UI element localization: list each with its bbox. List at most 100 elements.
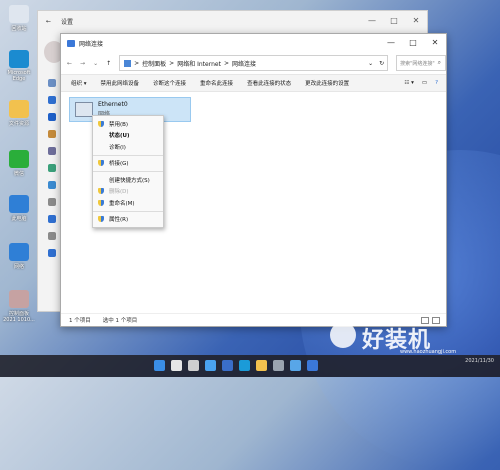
diagnose-command[interactable]: 诊断这个连接 [153, 79, 186, 87]
desktop-icon-label: 微信 [13, 171, 24, 177]
tray-clock[interactable]: 2021/11/30 [465, 358, 494, 364]
watermark: 好装机 www.haozhuangji.com [330, 318, 500, 358]
context-menu-item[interactable]: 创建快捷方式(S) [93, 174, 163, 186]
help-button[interactable]: ? [435, 80, 438, 86]
desktop-icon-label: 网络 [13, 264, 24, 270]
desktop-icon[interactable]: 控制面板 2021 1010... [2, 290, 36, 323]
desktop-app-icon [9, 5, 29, 23]
item-count: 1 个项目 [69, 318, 91, 324]
uac-shield-icon [98, 188, 104, 195]
address-row: ← → ⌄ ↑ > 控制面板 > 网络和 Internet > 网络连接 ⌄ ↻… [61, 52, 446, 74]
view-options-button[interactable]: ☷ ▾ [404, 80, 413, 86]
context-menu-item[interactable]: 重命名(M) [93, 197, 163, 209]
start-icon[interactable] [154, 360, 165, 371]
context-menu-item[interactable]: 禁用(B) [93, 118, 163, 130]
desktop-app-icon [9, 290, 29, 308]
preview-pane-button[interactable]: ▭ [422, 80, 427, 86]
uac-shield-icon [98, 120, 104, 127]
uac-shield-icon [98, 199, 104, 206]
personalization-icon[interactable] [48, 130, 56, 138]
widgets-icon[interactable] [205, 360, 216, 371]
settings-window-controls: — □ ✕ [361, 11, 427, 31]
breadcrumb-control-panel[interactable]: 控制面板 [142, 59, 166, 68]
back-arrow-icon[interactable]: ← [46, 18, 51, 25]
adapter-name: Ethernet0 [98, 101, 128, 108]
refresh-button[interactable]: ↻ [379, 60, 384, 67]
settings-title: 设置 [61, 18, 74, 26]
desktop-app-icon [9, 100, 29, 118]
desktop-icon[interactable]: 此电脑 [2, 195, 36, 222]
back-button[interactable]: ← [67, 60, 72, 67]
uac-shield-icon [98, 160, 104, 167]
address-bar[interactable]: > 控制面板 > 网络和 Internet > 网络连接 ⌄ ↻ [119, 55, 389, 71]
search-box[interactable]: 搜索"网络连接" ⌕ [396, 55, 446, 71]
desktop-icon[interactable]: 文件资源 [2, 100, 36, 127]
search-input[interactable]: 搜索"网络连接" [397, 60, 435, 67]
context-menu: 禁用(B) 状态(U) 诊断(I) 桥接(G) 创建快捷方式(S) 删除(D) 重命名(M)… [92, 115, 164, 228]
file-explorer-icon[interactable] [256, 360, 267, 371]
accounts-icon[interactable] [48, 164, 56, 172]
time-icon[interactable] [48, 181, 56, 189]
selected-count: 选中 1 个项目 [102, 318, 138, 324]
watermark-logo-icon [330, 322, 356, 348]
privacy-icon[interactable] [48, 232, 56, 240]
search-icon: ⌕ [437, 59, 441, 66]
desktop-icon-label: 文件资源 [8, 121, 29, 127]
home-icon[interactable] [48, 79, 56, 87]
close-button[interactable]: ✕ [405, 11, 427, 31]
apps-icon[interactable] [48, 147, 56, 155]
desktop-icon[interactable]: Microsoft Edge [2, 50, 36, 82]
desktop-app-icon [9, 243, 29, 261]
address-dropdown[interactable]: ⌄ [368, 60, 373, 67]
taskbar-icons [154, 360, 318, 371]
network-folder-icon [67, 39, 75, 47]
desktop-icon[interactable]: 回收站 [2, 5, 36, 32]
bluetooth-icon[interactable] [48, 96, 56, 104]
recent-dropdown[interactable]: ⌄ [93, 60, 98, 67]
change-settings-command[interactable]: 更改此连接的设置 [305, 79, 349, 87]
organize-menu[interactable]: 组织 ▾ [71, 79, 87, 87]
update-icon[interactable] [48, 249, 56, 257]
context-menu-label: 属性(R) [109, 217, 129, 224]
rename-command[interactable]: 重命名此连接 [200, 79, 233, 87]
context-menu-label: 诊断(I) [109, 144, 126, 151]
control-panel-icon[interactable] [290, 360, 301, 371]
desktop-icon[interactable]: 微信 [2, 150, 36, 177]
context-menu-item[interactable]: 桥接(G) [93, 158, 163, 170]
maximize-button[interactable]: □ [402, 34, 424, 52]
minimize-button[interactable]: — [380, 34, 402, 52]
desktop-icon[interactable]: 网络 [2, 243, 36, 270]
store-icon[interactable] [222, 360, 233, 371]
close-button[interactable]: ✕ [424, 34, 446, 52]
context-menu-item[interactable]: 诊断(I) [93, 141, 163, 153]
breadcrumb-network-internet[interactable]: 网络和 Internet [177, 59, 221, 68]
breadcrumb-network-connections[interactable]: 网络连接 [232, 59, 256, 68]
context-menu-label: 删除(D) [109, 189, 129, 196]
context-menu-item[interactable]: 属性(R) [93, 214, 163, 226]
minimize-button[interactable]: — [361, 11, 383, 31]
desktop-icon-label: 此电脑 [11, 216, 27, 222]
network-icon[interactable] [307, 360, 318, 371]
context-menu-label: 桥接(G) [109, 161, 129, 168]
command-bar: 组织 ▾ 禁用此网络设备 诊断这个连接 重命名此连接 查看此连接的状态 更改此连… [61, 74, 446, 92]
up-button[interactable]: ↑ [106, 60, 111, 67]
menu-separator [93, 154, 163, 156]
disable-device-command[interactable]: 禁用此网络设备 [101, 79, 140, 87]
search-icon[interactable] [171, 360, 182, 371]
view-status-command[interactable]: 查看此连接的状态 [247, 79, 291, 87]
context-menu-item: 删除(D) [93, 186, 163, 198]
network-connections-window: 网络连接 — □ ✕ ← → ⌄ ↑ > 控制面板 > 网络和 Internet… [60, 33, 447, 327]
accessibility-icon[interactable] [48, 215, 56, 223]
uac-shield-icon [98, 216, 104, 223]
gaming-icon[interactable] [48, 198, 56, 206]
task-view-icon[interactable] [188, 360, 199, 371]
forward-button[interactable]: → [80, 60, 85, 67]
taskbar: 2021/11/30 [0, 355, 500, 377]
maximize-button[interactable]: □ [383, 11, 405, 31]
context-menu-label: 创建快捷方式(S) [109, 177, 150, 184]
settings-icon[interactable] [273, 360, 284, 371]
context-menu-item[interactable]: 状态(U) [93, 130, 163, 142]
window-title: 网络连接 [79, 40, 104, 48]
edge-icon[interactable] [239, 360, 250, 371]
network-icon[interactable] [48, 113, 56, 121]
